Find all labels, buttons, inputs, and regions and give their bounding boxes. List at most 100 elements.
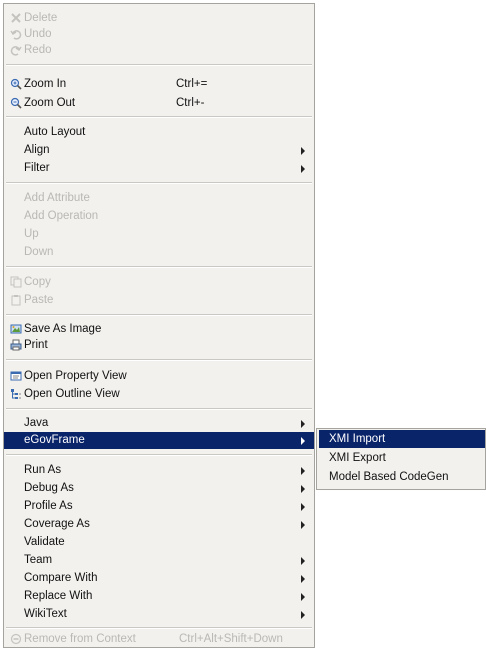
menu-item-label: Debug As [24, 482, 74, 494]
menu-item-label: Add Operation [24, 210, 99, 222]
paste-icon [10, 294, 22, 306]
menu-item-coverage-as[interactable]: Coverage As [4, 516, 314, 533]
menu-item-delete[interactable]: Delete [4, 10, 314, 27]
menu-item-compare-with[interactable]: Compare With [4, 570, 314, 587]
menu-item-zoom-out[interactable]: Zoom Out Ctrl+- [4, 95, 314, 112]
menu-item-label: Zoom Out [24, 97, 76, 109]
submenu-item-xmi-import[interactable]: XMI Import [319, 430, 485, 448]
submenu-arrow-icon [301, 611, 305, 619]
submenu-item-label: Model Based CodeGen [329, 471, 449, 483]
menu-item-java[interactable]: Java [4, 415, 314, 432]
submenu-arrow-icon [301, 521, 305, 529]
remove-context-icon [10, 633, 22, 645]
submenu-arrow-icon [301, 467, 305, 475]
menu-item-print[interactable]: Print [4, 337, 314, 354]
menu-item-label: Replace With [24, 590, 93, 602]
menu-separator [6, 182, 312, 184]
menu-item-paste[interactable]: Paste [4, 292, 314, 309]
submenu-arrow-icon [301, 557, 305, 565]
outline-view-icon [10, 388, 22, 400]
submenu-arrow-icon [301, 503, 305, 511]
egovframe-submenu: XMI Import XMI Export Model Based CodeGe… [316, 428, 486, 490]
submenu-item-xmi-export[interactable]: XMI Export [319, 449, 485, 467]
menu-item-label: Team [24, 554, 53, 566]
submenu-arrow-icon [301, 485, 305, 493]
menu-item-validate[interactable]: Validate [4, 534, 314, 551]
menu-item-label: eGovFrame [24, 434, 85, 446]
menu-item-open-outline-view[interactable]: Open Outline View [4, 386, 314, 403]
submenu-arrow-icon [301, 147, 305, 155]
menu-item-label: Profile As [24, 500, 73, 512]
delete-icon [10, 12, 22, 24]
submenu-arrow-icon [301, 575, 305, 583]
context-menu: Delete Undo Redo Zoom In Ctrl+= Zoom Out… [3, 3, 315, 648]
menu-separator [6, 454, 312, 456]
menu-item-label: Filter [24, 162, 50, 174]
menu-item-save-as-image[interactable]: Save As Image [4, 321, 314, 338]
menu-item-label: Up [24, 228, 39, 240]
menu-separator [6, 64, 312, 66]
menu-item-label: Down [24, 246, 54, 258]
menu-item-shortcut: Ctrl+- [176, 97, 205, 109]
menu-item-undo[interactable]: Undo [4, 26, 314, 43]
menu-item-label: Open Property View [24, 370, 127, 382]
menu-item-open-property-view[interactable]: Open Property View [4, 368, 314, 385]
menu-item-label: Save As Image [24, 323, 102, 335]
zoom-out-icon [10, 97, 22, 109]
menu-item-label: Validate [24, 536, 65, 548]
menu-item-add-operation[interactable]: Add Operation [4, 208, 314, 225]
menu-item-label: Copy [24, 276, 51, 288]
menu-item-up[interactable]: Up [4, 226, 314, 243]
redo-icon [10, 44, 22, 56]
submenu-arrow-icon [301, 165, 305, 173]
menu-item-label: Remove from Context [24, 633, 136, 645]
menu-item-label: Paste [24, 294, 54, 306]
menu-item-label: Undo [24, 28, 52, 40]
menu-separator [6, 314, 312, 316]
menu-item-label: WikiText [24, 608, 67, 620]
submenu-arrow-icon [301, 593, 305, 601]
menu-item-zoom-in[interactable]: Zoom In Ctrl+= [4, 76, 314, 93]
menu-item-down[interactable]: Down [4, 244, 314, 261]
menu-item-label: Zoom In [24, 78, 67, 90]
submenu-arrow-icon [301, 437, 305, 445]
menu-item-add-attribute[interactable]: Add Attribute [4, 190, 314, 207]
menu-item-auto-layout[interactable]: Auto Layout [4, 124, 314, 141]
menu-item-label: Run As [24, 464, 62, 476]
menu-item-redo[interactable]: Redo [4, 42, 314, 59]
menu-separator [6, 359, 312, 361]
menu-item-team[interactable]: Team [4, 552, 314, 569]
menu-item-align[interactable]: Align [4, 142, 314, 159]
print-icon [10, 339, 22, 351]
menu-item-profile-as[interactable]: Profile As [4, 498, 314, 515]
menu-item-debug-as[interactable]: Debug As [4, 480, 314, 497]
menu-item-copy[interactable]: Copy [4, 274, 314, 291]
menu-item-label: Auto Layout [24, 126, 86, 138]
save-image-icon [10, 323, 22, 335]
undo-icon [10, 28, 22, 40]
submenu-item-model-based-codegen[interactable]: Model Based CodeGen [319, 468, 485, 486]
submenu-item-label: XMI Import [329, 433, 386, 445]
zoom-in-icon [10, 78, 22, 90]
menu-item-label: Open Outline View [24, 388, 120, 400]
menu-item-filter[interactable]: Filter [4, 160, 314, 177]
menu-item-label: Delete [24, 12, 58, 24]
menu-item-remove-from-context[interactable]: Remove from Context Ctrl+Alt+Shift+Down [4, 631, 314, 648]
menu-separator [6, 116, 312, 118]
menu-item-label: Print [24, 339, 48, 351]
menu-item-label: Coverage As [24, 518, 90, 530]
menu-item-label: Add Attribute [24, 192, 90, 204]
menu-item-label: Redo [24, 44, 52, 56]
menu-separator [6, 408, 312, 410]
menu-item-replace-with[interactable]: Replace With [4, 588, 314, 605]
menu-item-egovframe[interactable]: eGovFrame [4, 432, 314, 449]
property-view-icon [10, 370, 22, 382]
copy-icon [10, 276, 22, 288]
menu-item-run-as[interactable]: Run As [4, 462, 314, 479]
menu-separator [6, 266, 312, 268]
menu-item-label: Align [24, 144, 50, 156]
menu-item-label: Java [24, 417, 49, 429]
menu-item-shortcut: Ctrl+= [176, 78, 208, 90]
menu-item-shortcut: Ctrl+Alt+Shift+Down [179, 633, 283, 645]
menu-item-wikitext[interactable]: WikiText [4, 606, 314, 623]
